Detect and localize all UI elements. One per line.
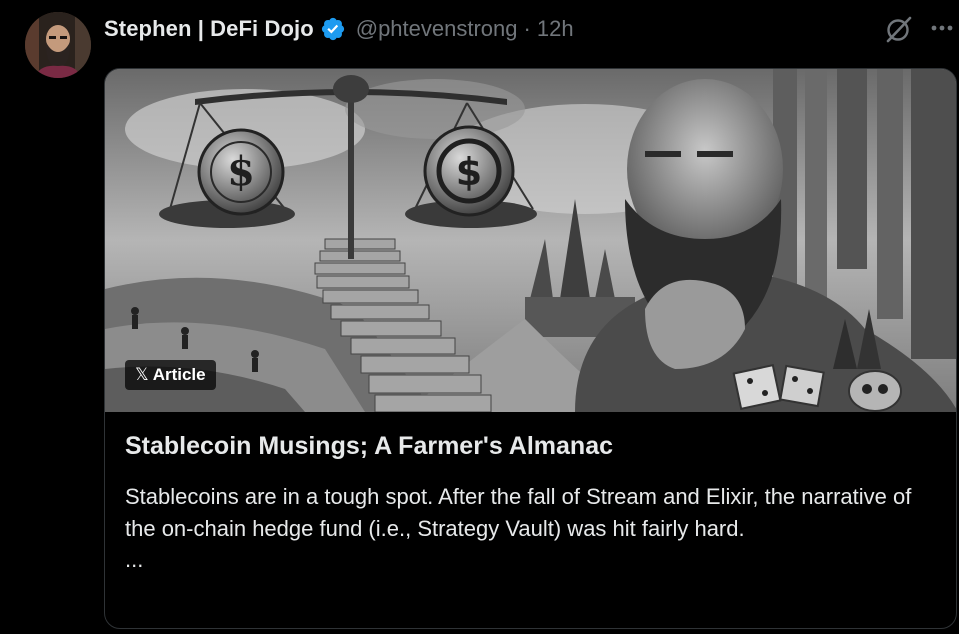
user-handle[interactable]: @phtevenstrong	[356, 16, 518, 42]
article-ellipsis: ...	[125, 547, 144, 572]
article-description: Stablecoins are in a tough spot. After t…	[125, 484, 912, 541]
display-name[interactable]: Stephen | DeFi Dojo	[104, 16, 314, 42]
svg-text:$: $	[456, 150, 482, 194]
article-badge-label: Article	[152, 365, 206, 384]
cover-illustration: $ $	[105, 69, 956, 412]
avatar[interactable]	[25, 12, 91, 78]
more-options-icon[interactable]	[928, 18, 956, 38]
x-logo-icon: 𝕏	[135, 365, 149, 385]
tweet[interactable]: Stephen | DeFi Dojo @phtevenstrong · 12h	[0, 0, 959, 634]
timestamp[interactable]: 12h	[537, 16, 574, 42]
article-title[interactable]: Stablecoin Musings; A Farmer's Almanac	[125, 429, 940, 463]
article-badge: 𝕏 Article	[125, 360, 216, 390]
separator-dot: ·	[523, 16, 531, 41]
article-cover-image[interactable]: $ $ 𝕏 Article	[105, 69, 956, 412]
article-card-body: Stablecoin Musings; A Farmer's Almanac S…	[125, 429, 940, 575]
grok-icon[interactable]	[884, 14, 914, 44]
tweet-header: Stephen | DeFi Dojo @phtevenstrong · 12h	[104, 12, 574, 46]
verified-badge-icon[interactable]	[320, 16, 346, 42]
svg-text:$: $	[227, 148, 255, 195]
article-card[interactable]: $ $ 𝕏 Article Stablecoin Musings; A Farm…	[104, 68, 957, 629]
avatar-image	[25, 12, 91, 78]
